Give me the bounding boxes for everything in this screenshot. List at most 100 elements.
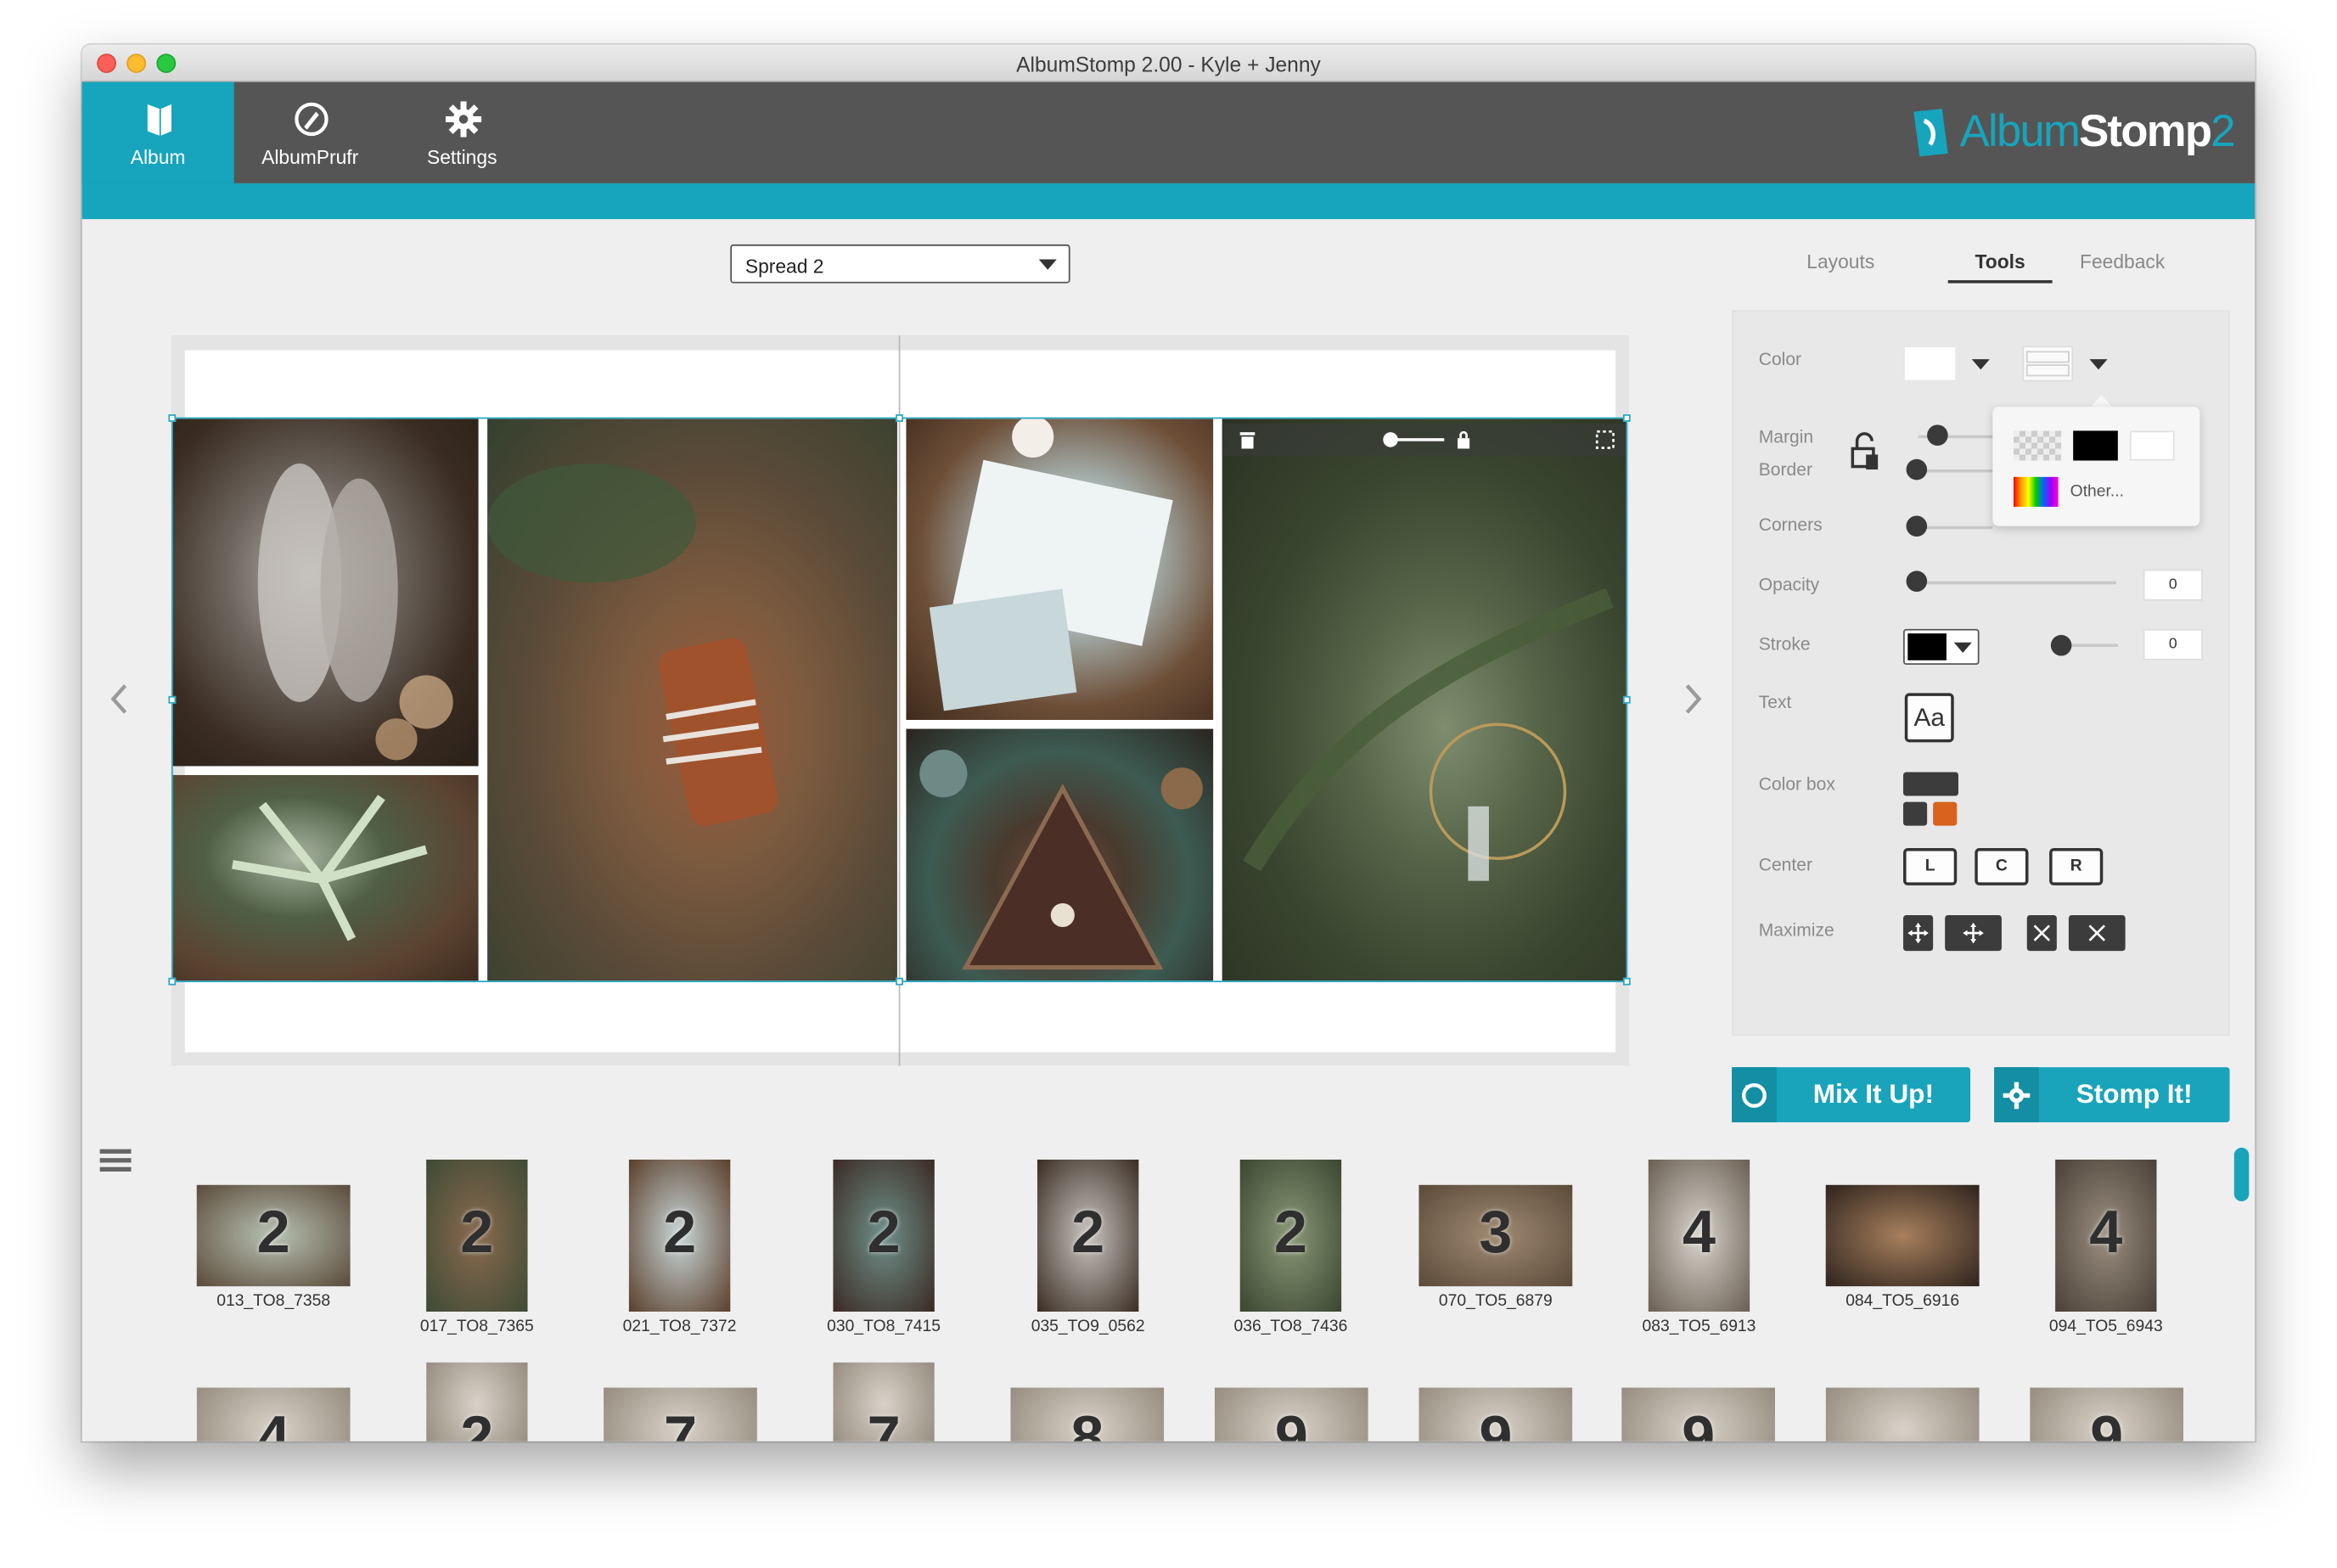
filmstrip-thumbnail[interactable]: 2 036_TO8_7436 — [1233, 1159, 1347, 1335]
opacity-slider-knob[interactable] — [1906, 570, 1928, 593]
filmstrip-thumbnail[interactable]: 9 — [1621, 1387, 1776, 1442]
filmstrip-thumbnail[interactable]: 7 — [604, 1387, 757, 1442]
center-center-button[interactable]: C — [1975, 847, 2029, 885]
nav-tab-albumprufr[interactable]: AlbumPrufr — [234, 82, 386, 183]
tab-tools[interactable]: Tools — [1948, 250, 2053, 273]
thumbnail-usage-count: 9 — [1274, 1405, 1308, 1442]
color-box-dark-button[interactable] — [1903, 772, 1958, 796]
filmstrip-thumbnail[interactable]: 3 070_TO5_6879 — [1418, 1184, 1573, 1310]
maximize-width-button[interactable] — [1903, 914, 1934, 952]
colorbox-label: Color box — [1758, 773, 1835, 795]
thumbnail-usage-count: 9 — [2090, 1405, 2124, 1442]
opacity-label: Opacity — [1758, 573, 1820, 595]
thumbnail-filename: 021_TO8_7372 — [622, 1318, 737, 1336]
maximize-height-button[interactable] — [1945, 914, 2002, 952]
fill-page-button[interactable] — [2026, 914, 2057, 952]
filmstrip-thumbnail[interactable]: 2 030_TO8_7415 — [827, 1159, 941, 1335]
resize-handle[interactable] — [1622, 695, 1631, 704]
filmstrip-thumbnail[interactable] — [1825, 1387, 1980, 1442]
corners-slider-knob[interactable] — [1906, 515, 1928, 537]
thumbnail-usage-count: 2 — [460, 1405, 494, 1442]
white-color-option[interactable] — [2129, 430, 2175, 461]
resize-handle[interactable] — [168, 414, 177, 422]
stroke-slider-knob[interactable] — [2050, 634, 2072, 656]
background-color-swatch[interactable] — [1903, 346, 1958, 382]
thumbnail-usage-count: 4 — [2089, 1200, 2123, 1266]
resize-handle[interactable] — [168, 977, 177, 986]
nav-tab-album[interactable]: Album — [81, 81, 234, 183]
stroke-label: Stroke — [1758, 633, 1811, 655]
center-right-button[interactable]: R — [2049, 847, 2104, 885]
filmstrip-thumbnail[interactable]: 2 013_TO8_7358 — [196, 1184, 351, 1310]
app-window: AlbumStomp 2.00 - Kyle + Jenny Album Alb… — [81, 44, 2256, 1442]
filmstrip-scrollbar[interactable] — [2233, 1147, 2250, 1202]
thumbnail-usage-count: 2 — [663, 1200, 697, 1266]
filmstrip-thumbnail[interactable]: 9 — [1418, 1387, 1573, 1442]
resize-handle[interactable] — [1622, 414, 1631, 422]
stroke-value-field[interactable]: 0 — [2143, 628, 2203, 660]
resize-handle[interactable] — [896, 977, 903, 986]
resize-handle[interactable] — [168, 695, 177, 704]
filmstrip-thumbnail[interactable]: 4 094_TO5_6943 — [2049, 1159, 2163, 1335]
mix-it-up-button[interactable]: Mix It Up! — [1732, 1067, 1971, 1123]
filmstrip-thumbnail[interactable]: 4 083_TO5_6913 — [1643, 1159, 1756, 1335]
maximize-label: Maximize — [1758, 919, 1834, 941]
filmstrip-thumbnail[interactable]: 084_TO5_6916 — [1825, 1184, 1980, 1310]
window-title: AlbumStomp 2.00 - Kyle + Jenny — [1016, 52, 1321, 76]
color-box-orange-swatch[interactable] — [1933, 801, 1958, 826]
chevron-down-icon[interactable] — [1971, 359, 1990, 370]
thumbnail-filename: 094_TO5_6943 — [2048, 1318, 2163, 1336]
nav-tab-label: Settings — [427, 146, 497, 169]
resize-handle[interactable] — [1622, 977, 1631, 986]
brand-word-album: Album — [1959, 107, 2081, 157]
stomp-it-button[interactable]: Stomp It! — [1994, 1067, 2230, 1123]
thumbnail-image — [1825, 1387, 1980, 1442]
opacity-slider[interactable] — [1918, 581, 2117, 585]
opacity-value-field[interactable]: 0 — [2143, 569, 2203, 601]
filmstrip-thumbnail[interactable]: 2 — [426, 1362, 528, 1442]
border-color-swatch[interactable] — [2022, 346, 2074, 382]
previous-spread-icon[interactable] — [107, 681, 131, 717]
filmstrip-thumbnail[interactable]: 2 035_TO9_0562 — [1031, 1159, 1145, 1335]
thumbnail-usage-count: 2 — [1071, 1200, 1105, 1266]
spread-select[interactable]: Spread 2 — [730, 244, 1070, 284]
color-box-dark-swatch[interactable] — [1903, 801, 1928, 826]
thumbnail-usage-count: 2 — [867, 1200, 901, 1266]
menu-icon[interactable] — [99, 1149, 132, 1173]
color-label: Color — [1758, 348, 1802, 370]
black-color-option[interactable] — [2073, 430, 2118, 461]
thumbnail-usage-count: 9 — [1682, 1405, 1716, 1442]
filmstrip-thumbnail[interactable]: 7 — [833, 1362, 935, 1442]
tab-feedback[interactable]: Feedback — [2067, 250, 2177, 273]
rainbow-icon[interactable] — [2013, 476, 2059, 507]
shuffle-icon — [1732, 1067, 1777, 1123]
thumbnail-image — [1825, 1184, 1980, 1287]
title-bar: AlbumStomp 2.00 - Kyle + Jenny — [81, 44, 2256, 82]
filmstrip-thumbnail[interactable]: 2 021_TO8_7372 — [623, 1159, 737, 1335]
corners-slider[interactable] — [1918, 525, 1993, 530]
filmstrip-thumbnail[interactable]: 9 — [1214, 1387, 1368, 1442]
thumbnail-filename: 017_TO8_7365 — [419, 1318, 534, 1336]
transparent-color-option[interactable] — [2013, 430, 2062, 461]
nav-tab-settings[interactable]: Settings — [386, 82, 538, 183]
stomp-it-label: Stomp It! — [2076, 1079, 2193, 1110]
stroke-color-select[interactable] — [1903, 628, 1980, 666]
filmstrip-thumbnail[interactable]: 2 017_TO8_7365 — [420, 1159, 534, 1335]
filmstrip-thumbnail[interactable]: 8 — [1010, 1387, 1165, 1442]
add-text-button[interactable]: Aa — [1904, 693, 1954, 743]
border-slider-knob[interactable] — [1906, 458, 1928, 481]
stroke-slider[interactable] — [2064, 643, 2118, 647]
chevron-down-icon[interactable] — [2089, 359, 2108, 370]
filmstrip-thumbnail[interactable]: 9 — [2030, 1387, 2184, 1442]
thumbnail-usage-count: 9 — [1479, 1405, 1513, 1442]
center-left-button[interactable]: L — [1903, 847, 1958, 885]
move-arrows-icon — [1963, 922, 1984, 944]
other-color-option[interactable]: Other... — [2070, 483, 2124, 501]
margin-slider-knob[interactable] — [1927, 424, 1948, 446]
next-spread-icon[interactable] — [1681, 681, 1705, 717]
filmstrip-thumbnail[interactable]: 4 — [196, 1387, 351, 1442]
fill-spread-button[interactable] — [2068, 914, 2126, 952]
tab-layouts[interactable]: Layouts — [1793, 250, 1888, 273]
resize-handle[interactable] — [896, 414, 903, 422]
unlock-icon[interactable] — [1848, 430, 1881, 475]
